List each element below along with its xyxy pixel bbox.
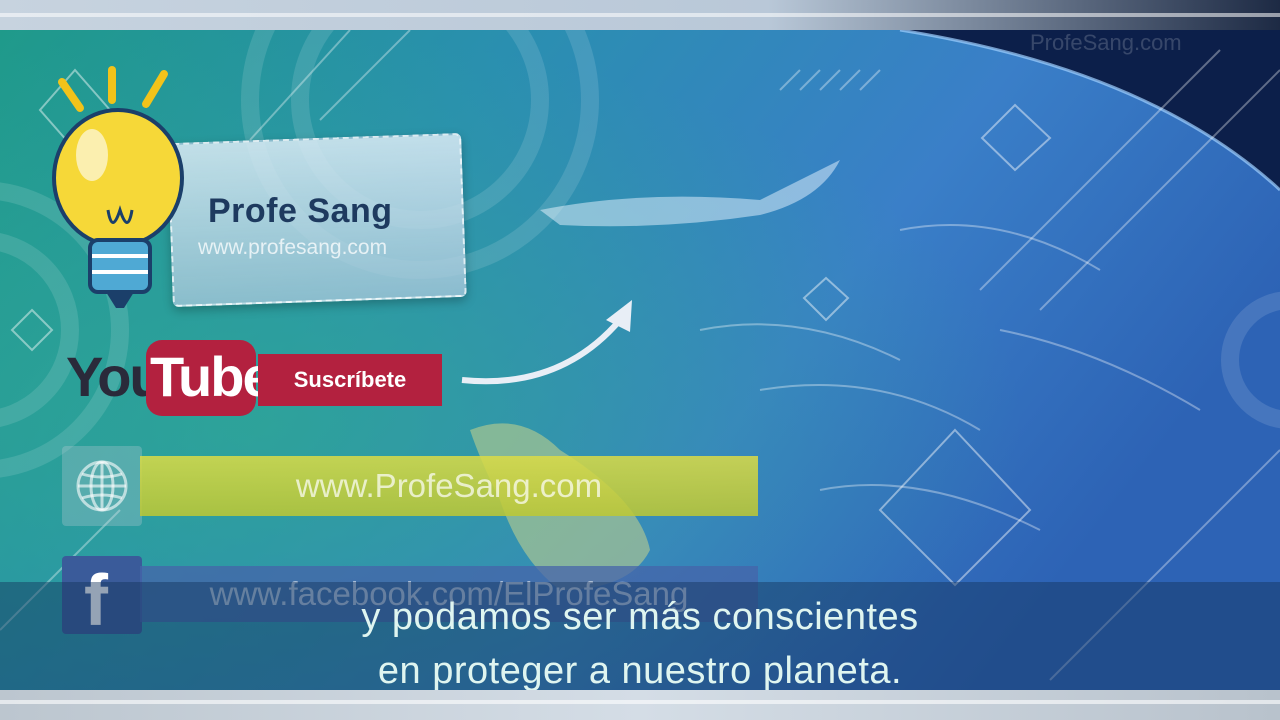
subscribe-button[interactable]: Suscríbete xyxy=(258,354,442,406)
lightbulb-icon xyxy=(52,66,184,308)
bottom-frame-bar xyxy=(0,690,1280,720)
watermark-text: ProfeSang.com xyxy=(1030,30,1182,55)
brand-name: Profe Sang xyxy=(208,192,393,230)
top-frame-bar xyxy=(0,0,1280,30)
website-link[interactable]: www.ProfeSang.com xyxy=(140,456,758,516)
globe-icon xyxy=(76,460,128,512)
youtube-logo-tube: Tube xyxy=(150,345,274,408)
subtitle-line-1: y podamos ser más conscientes xyxy=(361,596,919,638)
subtitle-line-2: en proteger a nuestro planeta. xyxy=(377,650,903,692)
globe-icon-box xyxy=(62,446,142,526)
brand-url: www.profesang.com xyxy=(198,236,388,259)
